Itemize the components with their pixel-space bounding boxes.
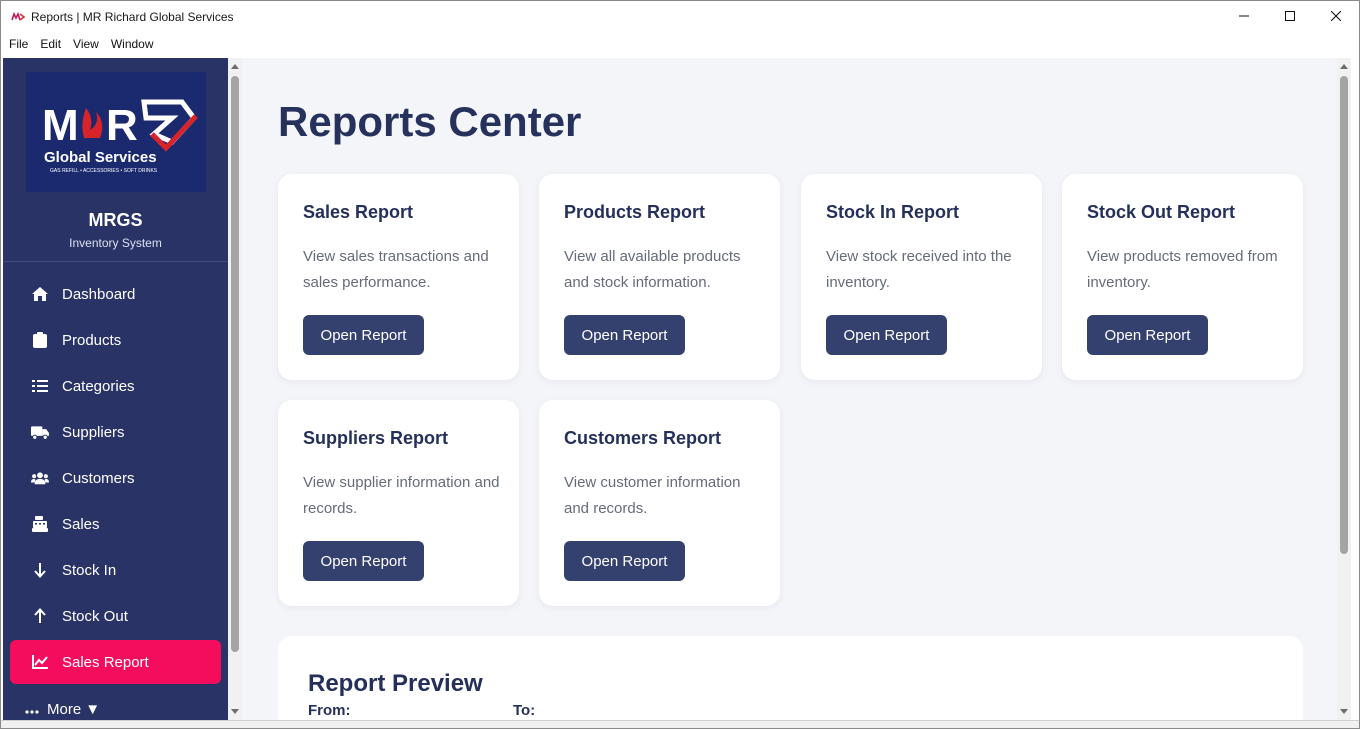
sidebar-divider [3, 261, 228, 262]
scroll-down-arrow-icon[interactable] [1340, 709, 1348, 714]
more-label: More [47, 700, 82, 718]
open-customers-report-button[interactable]: Open Report [564, 541, 685, 581]
report-card-stock-out: Stock Out Report View products removed f… [1062, 174, 1303, 380]
arrow-down-icon [31, 561, 49, 579]
open-stock-out-report-button[interactable]: Open Report [1087, 315, 1208, 355]
brand-name: MRGS [88, 210, 143, 230]
brand-subtitle: Inventory System [69, 236, 162, 250]
sidebar-item-products[interactable]: Products [10, 318, 221, 362]
card-title: Products Report [564, 202, 706, 222]
minimize-icon [1239, 8, 1249, 26]
main-scroll-thumb[interactable] [1340, 76, 1348, 554]
open-suppliers-report-button[interactable]: Open Report [303, 541, 424, 581]
open-stock-in-report-button[interactable]: Open Report [826, 315, 947, 355]
sidebar-item-label: Sales [62, 515, 100, 533]
maximize-button[interactable] [1267, 1, 1313, 32]
menu-bar: File Edit View Window [1, 33, 1359, 55]
card-title: Stock In Report [826, 202, 960, 222]
card-description: View supplier information and records. [303, 474, 500, 517]
date-to-label: To: [513, 702, 536, 719]
scroll-down-arrow-icon[interactable] [231, 709, 239, 714]
ellipsis-icon [25, 701, 39, 718]
scroll-up-arrow-icon[interactable] [231, 64, 239, 69]
open-sales-report-button[interactable]: Open Report [303, 315, 424, 355]
card-title: Stock Out Report [1087, 202, 1236, 222]
close-button[interactable] [1313, 1, 1359, 32]
card-title: Sales Report [303, 202, 414, 222]
window-title: Reports | MR Richard Global Services [31, 9, 234, 24]
sidebar-item-label: Customers [62, 469, 135, 487]
sidebar-item-label: Stock In [62, 561, 117, 579]
close-icon [1330, 8, 1342, 26]
report-preview-title: Report Preview [308, 670, 483, 697]
users-icon [31, 469, 49, 487]
menu-edit[interactable]: Edit [40, 37, 61, 51]
sidebar-item-label: Categories [62, 377, 135, 395]
open-products-report-button[interactable]: Open Report [564, 315, 685, 355]
sidebar-item-stock-in[interactable]: Stock In [10, 548, 221, 592]
arrow-up-icon [31, 607, 49, 625]
truck-icon [31, 423, 49, 441]
list-icon [31, 377, 49, 395]
sidebar-item-dashboard[interactable]: Dashboard [10, 272, 221, 316]
page-title: Reports Center [278, 98, 582, 145]
minimize-button[interactable] [1221, 1, 1267, 32]
sidebar-item-categories[interactable]: Categories [10, 364, 221, 408]
title-bar: Reports | MR Richard Global Services [1, 1, 1359, 32]
main-scrollbar[interactable] [1337, 58, 1351, 720]
sidebar-scrollbar[interactable] [228, 58, 242, 720]
sidebar-item-label: Dashboard [62, 285, 136, 303]
logo-line2: GAS REFILL • ACCESSORIES • SOFT DRINKS [50, 168, 158, 174]
logo-line1: Global Services [44, 149, 157, 166]
svg-text:R: R [106, 101, 138, 150]
sidebar-more-toggle[interactable]: More ▼ [25, 698, 100, 720]
home-icon [31, 285, 49, 303]
report-card-products: Products Report View all available produ… [539, 174, 780, 380]
sidebar-item-suppliers[interactable]: Suppliers [10, 410, 221, 454]
maximize-icon [1285, 8, 1295, 26]
menu-view[interactable]: View [73, 37, 99, 51]
window-controls [1221, 1, 1359, 32]
report-preview-panel: Report Preview From: To: [278, 636, 1303, 720]
report-card-suppliers: Suppliers Report View supplier informati… [278, 400, 519, 606]
sidebar-item-label: Sales Report [62, 653, 149, 671]
sidebar-item-label: Suppliers [62, 423, 125, 441]
caret-down-icon: ▼ [85, 700, 101, 718]
scroll-up-arrow-icon[interactable] [1340, 64, 1348, 69]
card-title: Customers Report [564, 428, 722, 448]
sidebar-item-customers[interactable]: Customers [10, 456, 221, 500]
card-description: View products removed from inventory. [1087, 248, 1278, 291]
sidebar-item-label: Stock Out [62, 607, 128, 625]
main-content: Reports Center Sales Report View sales t… [242, 58, 1337, 720]
sidebar-item-sales-report[interactable]: Sales Report [10, 640, 221, 684]
app-logo-icon [11, 11, 25, 23]
window-bottom-edge [1, 720, 1359, 728]
report-card-customers: Customers Report View customer informati… [539, 400, 780, 606]
card-description: View stock received into the inventory. [826, 248, 1012, 291]
cash-register-icon [31, 515, 49, 533]
sidebar-scroll-thumb[interactable] [231, 76, 239, 652]
app-window: Reports | MR Richard Global Services Fil… [0, 0, 1360, 729]
chart-line-icon [31, 653, 49, 671]
menu-file[interactable]: File [9, 37, 28, 51]
date-from-label: From: [308, 702, 351, 719]
card-description: View sales transactions and sales perfor… [303, 248, 489, 291]
card-title: Suppliers Report [303, 428, 449, 448]
sidebar-item-label: Products [62, 331, 122, 349]
report-card-sales: Sales Report View sales transactions and… [278, 174, 519, 380]
brand-logo: M R Global Services GAS REFILL • ACCESSO… [26, 72, 206, 192]
sidebar-item-sales[interactable]: Sales [10, 502, 221, 546]
sidebar-item-stock-out[interactable]: Stock Out [10, 594, 221, 638]
card-description: View customer information and records. [564, 474, 741, 517]
menu-window[interactable]: Window [111, 37, 154, 51]
sidebar: M R Global Services GAS REFILL • ACCESSO… [3, 58, 228, 720]
box-icon [31, 331, 49, 349]
svg-text:M: M [42, 101, 79, 150]
card-description: View all available products and stock in… [564, 248, 741, 291]
report-card-stock-in: Stock In Report View stock received into… [801, 174, 1042, 380]
